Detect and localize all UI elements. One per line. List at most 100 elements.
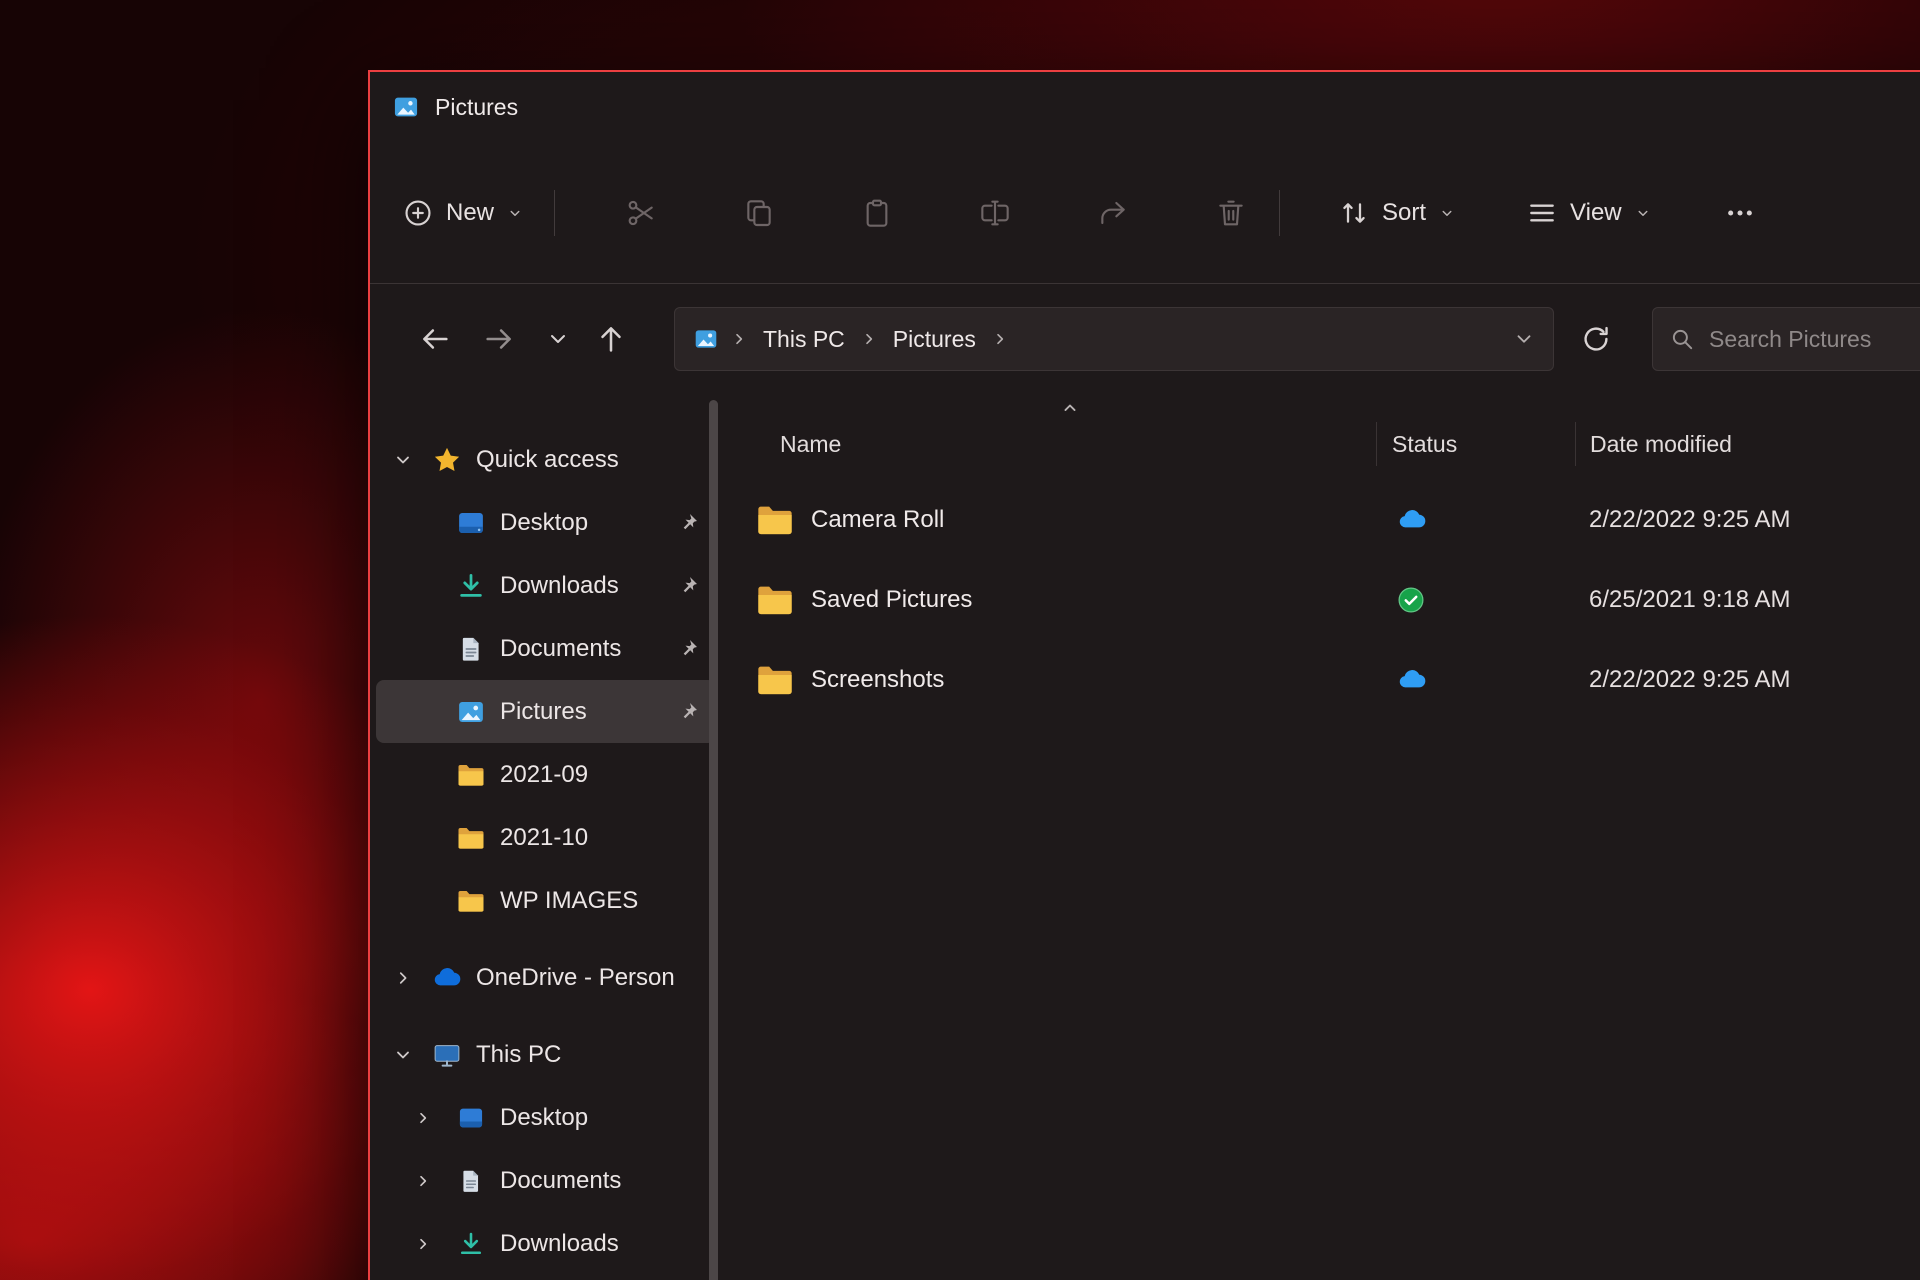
- star-icon: [430, 443, 464, 477]
- back-button[interactable]: [418, 320, 452, 358]
- address-dropdown-chevron[interactable]: [1513, 328, 1535, 350]
- forward-button[interactable]: [482, 320, 516, 358]
- synced-status-icon: [1396, 585, 1426, 615]
- search-input[interactable]: [1709, 326, 1920, 353]
- more-options-icon[interactable]: [1722, 195, 1758, 231]
- breadcrumb-this-pc[interactable]: This PC: [759, 324, 849, 355]
- file-name: Camera Roll: [811, 506, 944, 534]
- folder-icon: [454, 821, 488, 855]
- downloads-icon: [454, 569, 488, 603]
- search-box[interactable]: [1652, 307, 1920, 371]
- sidebar-scrollbar[interactable]: [709, 400, 718, 1280]
- breadcrumb-pictures[interactable]: Pictures: [889, 324, 980, 355]
- file-row-camera-roll[interactable]: Camera Roll 2/22/2022 9:25 AM: [722, 480, 1920, 560]
- column-headers: Name Status Date modified: [722, 418, 1920, 470]
- sidebar-item-label: 2021-09: [500, 761, 588, 789]
- up-button[interactable]: [594, 320, 628, 358]
- sort-ascending-chevron-icon[interactable]: [1060, 398, 1080, 418]
- column-header-name[interactable]: Name: [722, 418, 1376, 470]
- sidebar-item-label: 2021-10: [500, 824, 588, 852]
- chevron-right-icon: [992, 331, 1008, 347]
- column-header-date-modified[interactable]: Date modified: [1575, 422, 1920, 466]
- view-button-label: View: [1570, 199, 1622, 227]
- refresh-icon[interactable]: [1580, 317, 1612, 361]
- column-header-status[interactable]: Status: [1376, 422, 1575, 466]
- chevron-down-icon: [506, 204, 524, 222]
- file-date-modified: 6/25/2021 9:18 AM: [1575, 586, 1920, 614]
- address-bar[interactable]: This PC Pictures: [674, 307, 1554, 371]
- delete-icon[interactable]: [1213, 195, 1249, 231]
- sidebar-item-this-pc-downloads[interactable]: Downloads: [376, 1212, 716, 1275]
- chevron-right-icon[interactable]: [404, 1236, 442, 1252]
- plus-circle-icon: [402, 197, 434, 229]
- sidebar-item-desktop[interactable]: Desktop: [376, 491, 716, 554]
- file-date-modified: 2/22/2022 9:25 AM: [1575, 506, 1920, 534]
- documents-icon: [454, 632, 488, 666]
- desktop-wallpaper: Pictures New: [0, 0, 1920, 1280]
- recent-locations-chevron[interactable]: [546, 320, 570, 358]
- desktop-folder-icon: [454, 1101, 488, 1135]
- search-icon: [1669, 326, 1695, 352]
- chevron-right-icon[interactable]: [384, 969, 422, 987]
- chevron-right-icon[interactable]: [404, 1110, 442, 1126]
- new-button-label: New: [446, 199, 494, 227]
- sidebar-item-wp-images[interactable]: WP IMAGES: [376, 869, 716, 932]
- sidebar-item-2021-10[interactable]: 2021-10: [376, 806, 716, 869]
- navigation-bar: This PC Pictures: [370, 284, 1920, 394]
- file-name: Screenshots: [811, 666, 944, 694]
- sort-icon: [1338, 197, 1370, 229]
- chevron-down-icon: [1438, 204, 1456, 222]
- file-name: Saved Pictures: [811, 586, 972, 614]
- this-pc-icon: [430, 1038, 464, 1072]
- chevron-down-icon[interactable]: [384, 450, 422, 470]
- sidebar-item-quick-access[interactable]: Quick access: [376, 428, 716, 491]
- paste-icon[interactable]: [859, 195, 895, 231]
- toolbar-divider: [1279, 190, 1280, 236]
- sidebar-item-downloads[interactable]: Downloads: [376, 554, 716, 617]
- sidebar-item-this-pc-desktop[interactable]: Desktop: [376, 1086, 716, 1149]
- file-row-saved-pictures[interactable]: Saved Pictures 6/25/2021 9:18 AM: [722, 560, 1920, 640]
- sidebar-item-label: Downloads: [500, 1230, 619, 1258]
- desktop-folder-icon: [454, 506, 488, 540]
- file-date-modified: 2/22/2022 9:25 AM: [1575, 666, 1920, 694]
- new-button[interactable]: New: [402, 197, 524, 229]
- sidebar-item-label: Desktop: [500, 509, 588, 537]
- title-bar[interactable]: Pictures: [370, 72, 1920, 142]
- file-list-pane: Name Status Date modified Camera Roll 2/…: [722, 394, 1920, 1280]
- chevron-right-icon: [731, 331, 747, 347]
- rename-icon[interactable]: [977, 195, 1013, 231]
- view-button[interactable]: View: [1526, 197, 1652, 229]
- sidebar-item-label: Quick access: [476, 446, 619, 474]
- cloud-status-icon: [1396, 504, 1428, 536]
- sidebar-item-this-pc[interactable]: This PC: [376, 1023, 716, 1086]
- documents-icon: [454, 1164, 488, 1198]
- chevron-right-icon[interactable]: [404, 1173, 442, 1189]
- sidebar-item-label: Documents: [500, 635, 621, 663]
- window-title: Pictures: [435, 94, 518, 121]
- sidebar-item-label: Desktop: [500, 1104, 588, 1132]
- sidebar-item-onedrive[interactable]: OneDrive - Person: [376, 946, 716, 1009]
- copy-icon[interactable]: [741, 195, 777, 231]
- toolbar-divider: [554, 190, 555, 236]
- sort-button[interactable]: Sort: [1338, 197, 1456, 229]
- pictures-icon: [693, 326, 719, 352]
- chevron-down-icon[interactable]: [384, 1045, 422, 1065]
- chevron-right-icon: [861, 331, 877, 347]
- sidebar-item-label: WP IMAGES: [500, 887, 638, 915]
- navigation-pane: Quick access Desktop Downloads Documents: [370, 394, 722, 1280]
- chevron-down-icon: [1634, 204, 1652, 222]
- folder-icon: [755, 580, 795, 620]
- explorer-window: Pictures New: [368, 70, 1920, 1280]
- command-toolbar: New: [370, 142, 1920, 284]
- cut-icon[interactable]: [623, 195, 659, 231]
- sidebar-item-label: Pictures: [500, 698, 587, 726]
- folder-icon: [755, 660, 795, 700]
- sidebar-item-label: Downloads: [500, 572, 619, 600]
- sidebar-item-this-pc-documents[interactable]: Documents: [376, 1149, 716, 1212]
- sidebar-item-pictures[interactable]: Pictures: [376, 680, 716, 743]
- file-row-screenshots[interactable]: Screenshots 2/22/2022 9:25 AM: [722, 640, 1920, 720]
- sidebar-item-documents[interactable]: Documents: [376, 617, 716, 680]
- sidebar-item-2021-09[interactable]: 2021-09: [376, 743, 716, 806]
- share-icon[interactable]: [1095, 195, 1131, 231]
- onedrive-icon: [430, 961, 464, 995]
